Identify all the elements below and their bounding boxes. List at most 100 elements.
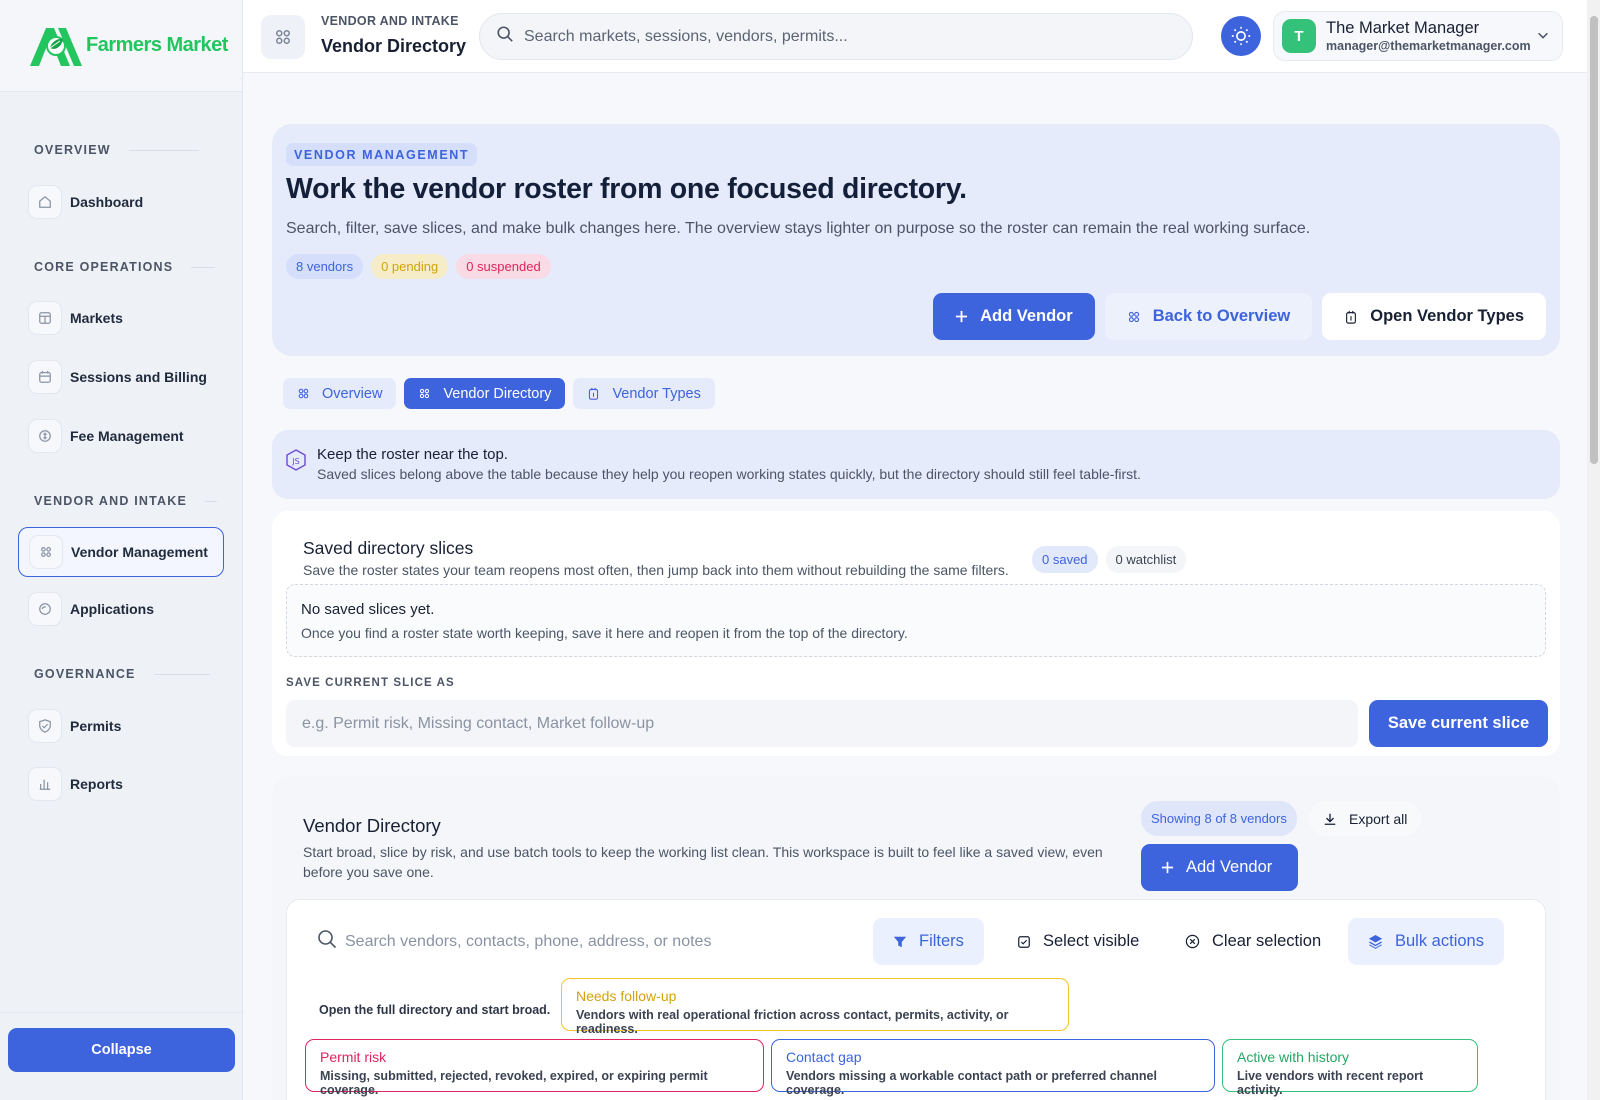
vendors-icon	[29, 535, 63, 569]
search-icon	[317, 929, 337, 954]
global-search-input[interactable]	[524, 27, 1164, 46]
coin-icon	[28, 419, 62, 453]
nav-heading-overview: OVERVIEW	[0, 140, 199, 160]
saved-slices-subtitle: Save the roster states your team reopens…	[303, 562, 1009, 578]
add-vendor-button[interactable]: Add Vendor	[933, 293, 1095, 340]
clear-selection-button[interactable]: Clear selection	[1165, 918, 1341, 965]
nav-heading-core: CORE OPERATIONS	[0, 257, 216, 277]
grid-icon	[1127, 310, 1141, 324]
tab-overview[interactable]: Overview	[283, 378, 397, 409]
theme-toggle-button[interactable]	[1221, 16, 1261, 56]
application-icon	[28, 592, 62, 626]
sidebar-item-label: Permits	[70, 718, 122, 734]
vendors-icon	[418, 387, 431, 400]
sidebar-item-applications[interactable]: Applications	[18, 584, 224, 634]
save-slice-label: SAVE CURRENT SLICE AS	[286, 677, 455, 689]
sidebar-item-vendor-management[interactable]: Vendor Management	[18, 527, 224, 577]
plus-icon	[1161, 861, 1174, 874]
button-label: Select visible	[1043, 932, 1140, 950]
sidebar-item-label: Reports	[70, 776, 123, 792]
nav-heading-governance: GOVERNANCE	[0, 664, 210, 684]
sidebar-item-markets[interactable]: Markets	[18, 293, 224, 343]
sidebar-item-label: Applications	[70, 601, 155, 617]
watchlist-count-badge: 0 watchlist	[1105, 546, 1187, 573]
vendors-icon	[261, 15, 305, 59]
farmers-market-logo	[28, 24, 84, 68]
preset-description: Vendors with real operational friction a…	[576, 1008, 1009, 1036]
preset-needs-follow-up[interactable]: Needs follow-up Vendors with real operat…	[561, 978, 1069, 1036]
preset-active-with-history[interactable]: Active with history Live vendors with re…	[1222, 1039, 1478, 1097]
button-label: Open Vendor Types	[1370, 307, 1524, 325]
brand-name: Farmers Market	[86, 34, 228, 56]
global-search[interactable]	[479, 13, 1193, 60]
hexagon-info-icon: JS	[286, 449, 306, 476]
nav-heading-label: GOVERNANCE	[34, 667, 136, 681]
open-vendor-types-button[interactable]: Open Vendor Types	[1322, 293, 1546, 340]
vendor-search-input[interactable]	[345, 932, 845, 951]
hero-panel: VENDOR MANAGEMENT Work the vendor roster…	[272, 124, 1560, 356]
button-label: Export all	[1349, 810, 1408, 827]
showing-count-badge: Showing 8 of 8 vendors	[1141, 801, 1297, 836]
hero-subtitle: Search, filter, save slices, and make bu…	[286, 220, 1311, 237]
tab-vendor-directory[interactable]: Vendor Directory	[404, 378, 566, 409]
top-bar: VENDOR AND INTAKE Vendor Directory T The…	[243, 0, 1600, 73]
sidebar-item-label: Fee Management	[70, 428, 184, 444]
preset-description: Missing, submitted, rejected, revoked, e…	[320, 1069, 708, 1097]
home-icon	[28, 185, 62, 219]
preset-title: Needs follow-up	[576, 988, 677, 1004]
sidebar-item-label: Markets	[70, 310, 123, 326]
collapse-button[interactable]: Collapse	[8, 1028, 235, 1072]
nav-heading-vendor: VENDOR AND INTAKE	[0, 491, 218, 511]
button-label: Filters	[919, 932, 964, 950]
select-visible-button[interactable]: Select visible	[997, 918, 1159, 965]
sidebar-item-label: Dashboard	[70, 194, 144, 210]
slice-name-input[interactable]	[286, 700, 1358, 747]
sidebar-item-label: Sessions and Billing	[70, 369, 207, 385]
filters-button[interactable]: Filters	[873, 918, 984, 965]
layers-icon	[1368, 934, 1383, 949]
scrollbar-thumb[interactable]	[1590, 16, 1598, 464]
add-vendor-button-secondary[interactable]: Add Vendor	[1141, 844, 1298, 891]
preset-contact-gap[interactable]: Contact gap Vendors missing a workable c…	[771, 1039, 1215, 1097]
search-icon	[496, 25, 514, 48]
directory-subtitle: Start broad, slice by risk, and use batc…	[303, 844, 1103, 880]
directory-toolbar: Filters Select visible Clear selection B…	[286, 899, 1546, 1100]
section-tag: VENDOR MANAGEMENT	[286, 143, 478, 166]
user-menu[interactable]: T The Market Manager manager@themarketma…	[1273, 11, 1563, 61]
shield-check-icon	[28, 709, 62, 743]
tab-label: Vendor Types	[612, 385, 701, 402]
calendar-icon	[28, 360, 62, 394]
button-label: Clear selection	[1212, 932, 1322, 950]
preset-permit-risk[interactable]: Permit risk Missing, submitted, rejected…	[305, 1039, 764, 1097]
filter-icon	[893, 935, 907, 949]
info-callout: JS Keep the roster near the top. Saved s…	[272, 430, 1560, 499]
export-all-button[interactable]: Export all	[1309, 801, 1422, 836]
tab-vendor-types[interactable]: Vendor Types	[573, 378, 715, 409]
vendor-count-badge: 8 vendors	[286, 254, 364, 279]
sidebar-item-reports[interactable]: Reports	[18, 759, 224, 809]
preset-title: Contact gap	[786, 1049, 862, 1065]
saved-count-badge: 0 saved	[1032, 546, 1098, 573]
user-name: The Market Manager	[1326, 19, 1480, 37]
bar-chart-icon	[28, 767, 62, 801]
bulk-actions-button[interactable]: Bulk actions	[1348, 918, 1504, 965]
download-icon	[1323, 812, 1337, 826]
breadcrumb: VENDOR AND INTAKE	[321, 14, 459, 28]
vendor-search[interactable]	[317, 929, 845, 954]
tag-icon	[1344, 310, 1358, 324]
brand[interactable]: Farmers Market	[0, 0, 242, 92]
pending-count-badge: 0 pending	[371, 254, 449, 279]
nav-heading-label: OVERVIEW	[34, 143, 111, 157]
directory-title: Vendor Directory	[303, 815, 441, 836]
sub-tabs: Overview Vendor Directory Vendor Types	[283, 378, 715, 409]
sidebar-item-sessions[interactable]: Sessions and Billing	[18, 352, 224, 402]
sidebar-item-fees[interactable]: Fee Management	[18, 411, 224, 461]
empty-state-title: No saved slices yet.	[301, 601, 435, 618]
save-current-slice-button[interactable]: Save current slice	[1369, 700, 1548, 747]
sidebar-item-permits[interactable]: Permits	[18, 701, 224, 751]
back-to-overview-button[interactable]: Back to Overview	[1104, 293, 1313, 340]
button-label: Add Vendor	[980, 307, 1073, 325]
sidebar-item-dashboard[interactable]: Dashboard	[18, 177, 224, 227]
checkbox-icon	[1017, 935, 1031, 949]
close-circle-icon	[1185, 934, 1200, 949]
